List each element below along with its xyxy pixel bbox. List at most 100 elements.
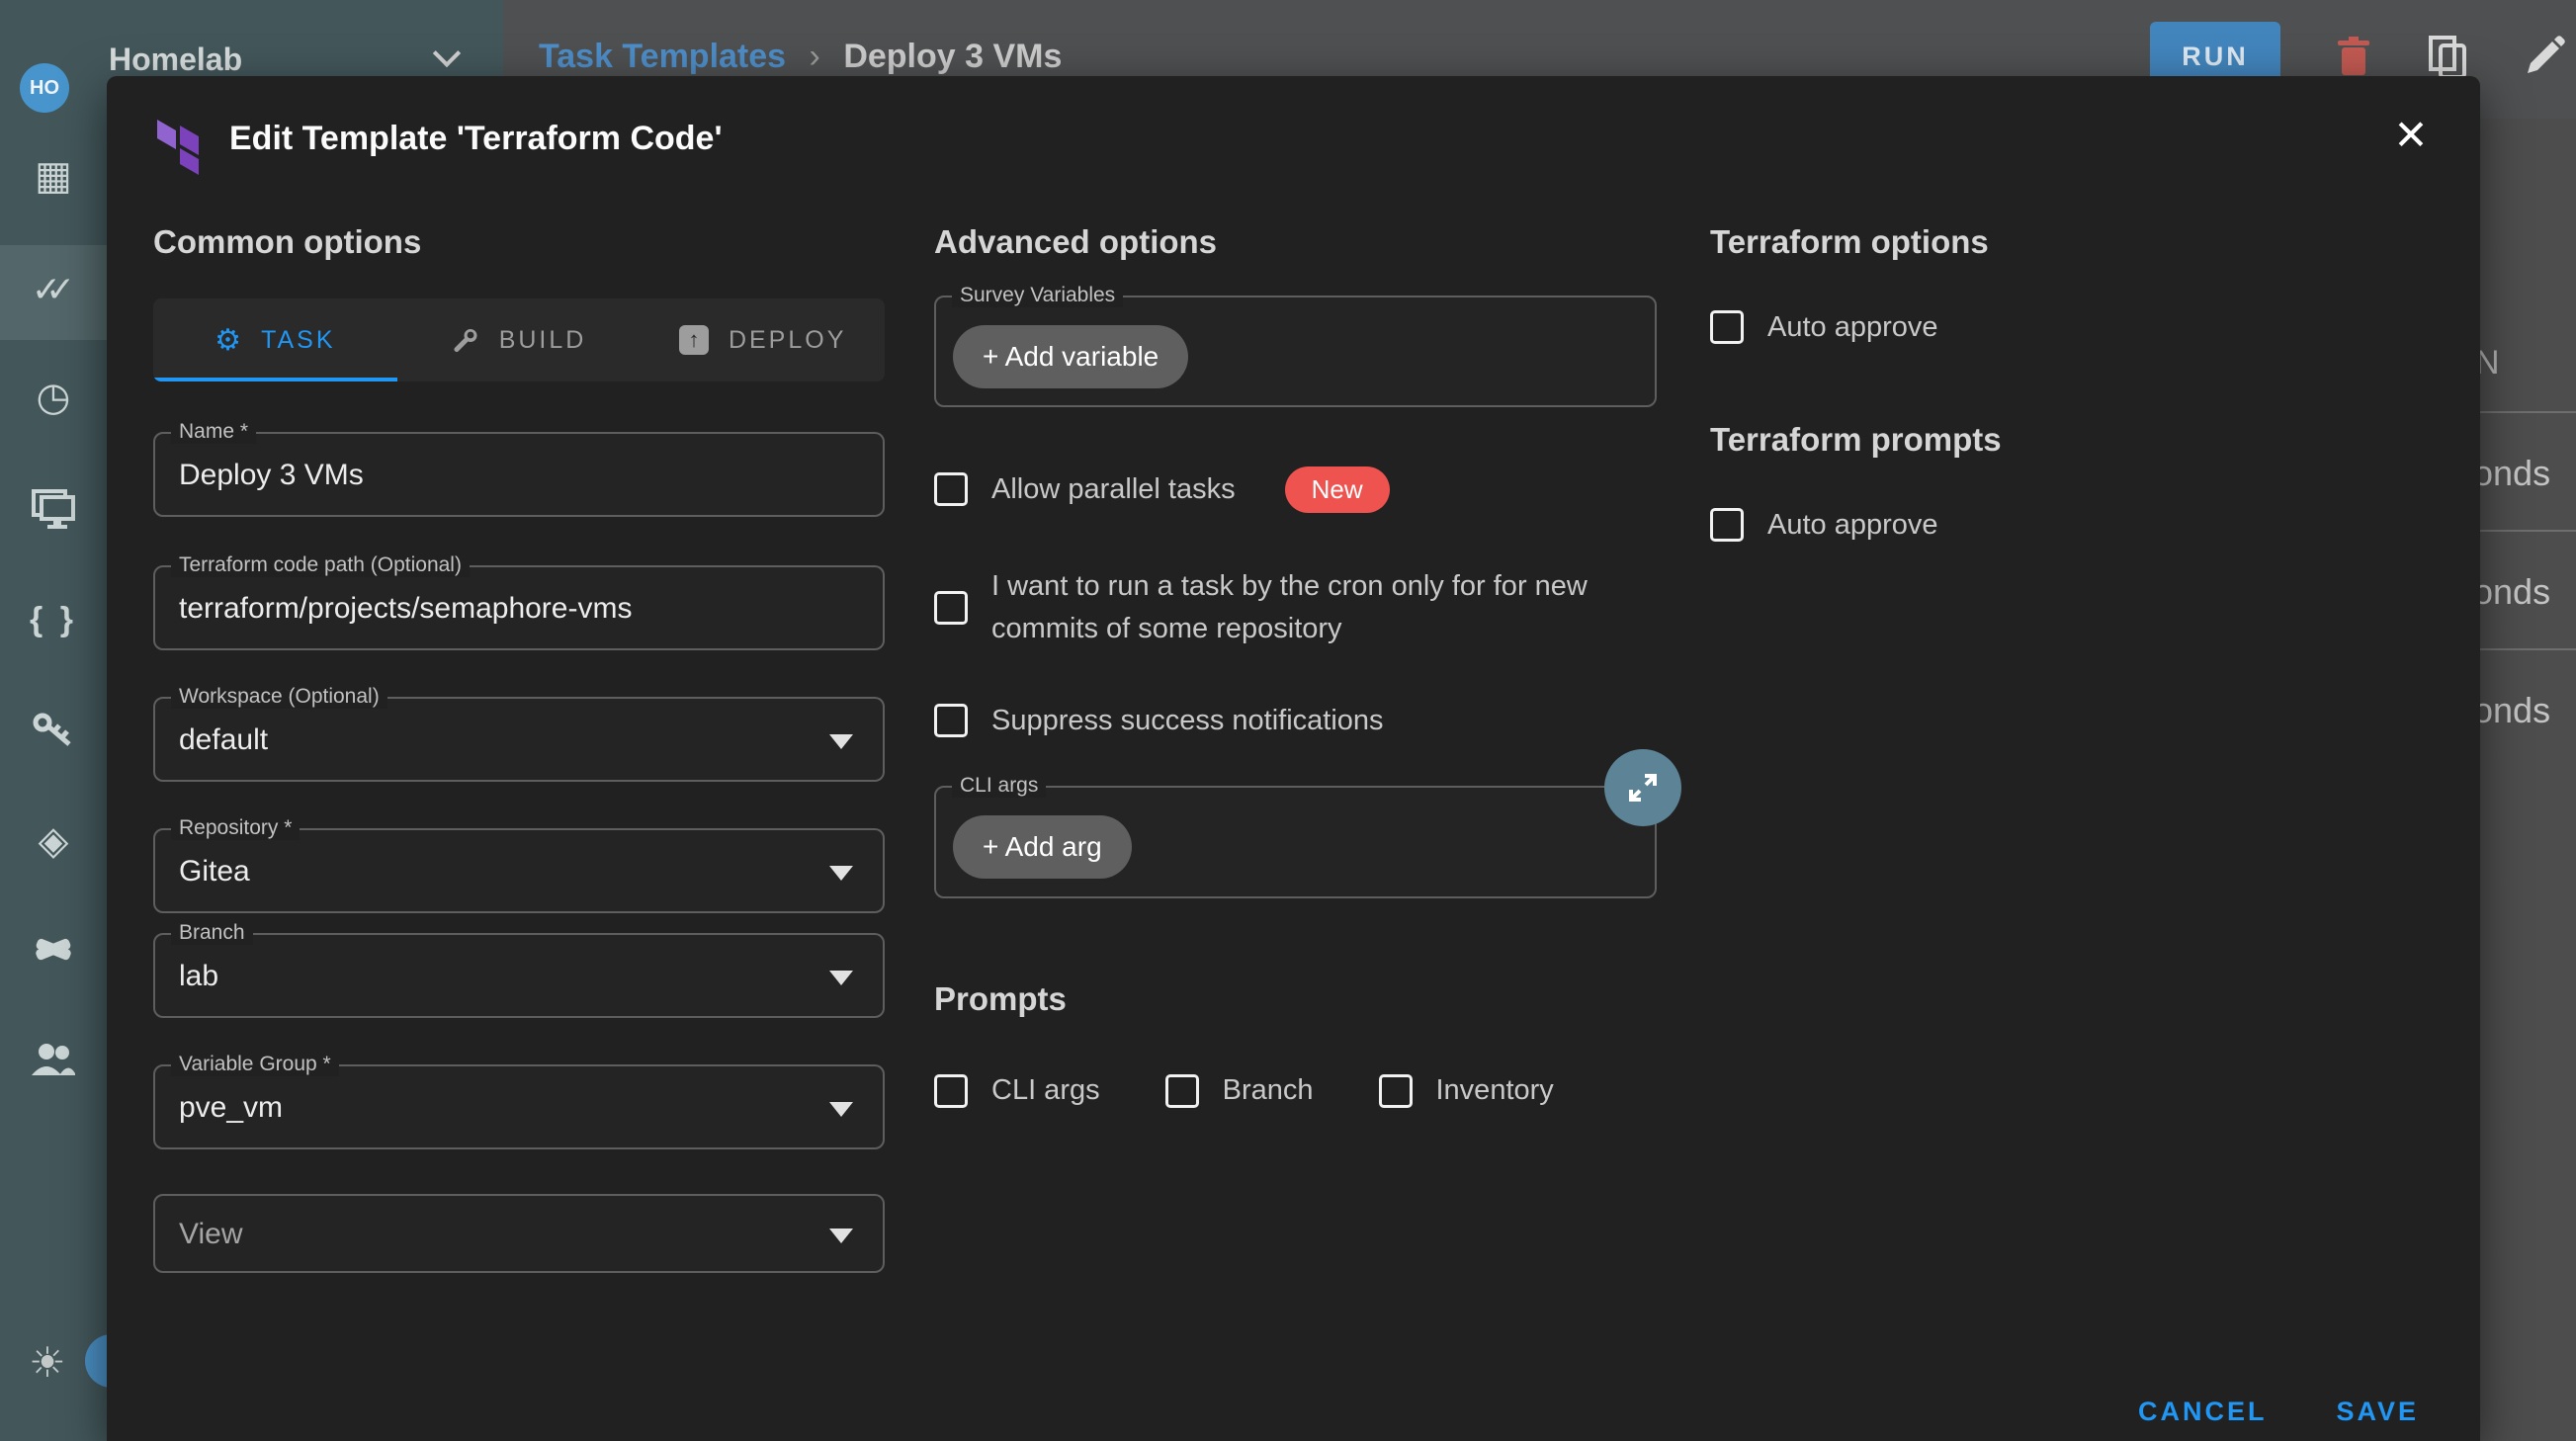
app-root: HO Homelab ▦ ✓✓ ◷ { }	[0, 0, 2576, 1441]
edit-icon[interactable]	[2520, 34, 2567, 81]
sidebar-item-task-templates[interactable]: ✓✓	[0, 266, 107, 313]
sidebar-item-variable-groups[interactable]: { }	[0, 596, 107, 643]
dropdown-caret-icon	[829, 971, 853, 985]
common-options-heading: Common options	[153, 222, 885, 262]
branch-select-value: lab	[179, 960, 218, 993]
advanced-options-column: Advanced options Survey Variables + Add …	[934, 222, 1657, 1112]
prompts-row: CLI args Branch Inventory	[934, 1069, 1657, 1112]
tab-build[interactable]: BUILD	[397, 298, 642, 381]
allow-parallel-checkbox[interactable]	[934, 472, 968, 506]
tab-build-label: BUILD	[499, 326, 587, 355]
variable-group-select-value: pve_vm	[179, 1091, 283, 1125]
project-avatar: HO	[20, 63, 69, 113]
workspace-select-label: Workspace (Optional)	[171, 685, 387, 709]
prompt-inventory: Inventory	[1379, 1069, 1554, 1112]
prompt-cli-args-label: CLI args	[991, 1069, 1100, 1112]
add-arg-button[interactable]: + Add arg	[953, 815, 1132, 879]
key-icon	[32, 711, 75, 752]
table-row-fragment: onds	[2473, 690, 2550, 731]
cli-args-legend: CLI args	[952, 774, 1046, 798]
name-field-value: Deploy 3 VMs	[179, 459, 364, 492]
terraform-prompts-heading: Terraform prompts	[1710, 420, 2422, 460]
terraform-options-heading: Terraform options	[1710, 222, 2422, 262]
theme-toggle[interactable]: ☀	[0, 1336, 95, 1388]
dashboard-icon: ▦	[35, 156, 72, 196]
tf-auto-approve-label: Auto approve	[1767, 306, 1938, 349]
wrench-icon	[452, 326, 479, 354]
sun-icon: ☀	[29, 1338, 66, 1387]
sidebar-item-repositories[interactable]: ◈	[0, 817, 107, 865]
code-path-field-value: terraform/projects/semaphore-vms	[179, 592, 632, 626]
survey-variables-fieldset: Survey Variables + Add variable	[934, 296, 1657, 407]
prompt-inventory-label: Inventory	[1436, 1069, 1554, 1112]
tf-auto-approve-checkbox[interactable]	[1710, 310, 1744, 344]
breadcrumb-separator: ›	[796, 38, 834, 75]
copy-icon[interactable]	[2425, 34, 2472, 81]
repository-select-value: Gitea	[179, 855, 250, 889]
dialog-footer: CANCEL SAVE	[2138, 1397, 2419, 1427]
cron-commits-row: I want to run a task by the cron only fo…	[934, 563, 1657, 652]
code-path-field[interactable]: Terraform code path (Optional) terraform…	[153, 565, 885, 650]
suppress-notifications-row: Suppress success notifications	[934, 700, 1657, 741]
clock-icon: ◷	[37, 378, 71, 417]
prompt-branch: Branch	[1165, 1069, 1314, 1112]
chevron-down-icon[interactable]	[435, 38, 461, 63]
delete-icon[interactable]	[2330, 34, 2377, 81]
breadcrumb-task-templates[interactable]: Task Templates	[539, 38, 786, 75]
prompt-cli-args: CLI args	[934, 1069, 1100, 1112]
tab-deploy[interactable]: ↑ DEPLOY	[641, 298, 885, 381]
cron-commits-label: I want to run a task by the cron only fo…	[991, 565, 1629, 650]
variable-group-select[interactable]: Variable Group * pve_vm	[153, 1064, 885, 1149]
template-type-tabs: ⚙ TASK BUILD ↑ DEPLOY	[153, 298, 885, 381]
tab-deploy-label: DEPLOY	[729, 326, 846, 355]
prompt-branch-checkbox[interactable]	[1165, 1074, 1199, 1108]
terraform-logo-icon	[157, 118, 201, 175]
name-field-label: Name *	[171, 420, 256, 444]
suppress-notifications-checkbox[interactable]	[934, 704, 968, 737]
expand-icon	[1623, 768, 1663, 807]
expand-editor-button[interactable]	[1604, 749, 1681, 826]
variable-group-select-label: Variable Group *	[171, 1053, 339, 1076]
table-row-fragment: onds	[2473, 571, 2550, 613]
sidebar-item-integrations[interactable]	[0, 926, 107, 974]
git-icon: ◈	[39, 821, 69, 861]
suppress-notifications-label: Suppress success notifications	[991, 700, 1384, 742]
sidebar-item-inventory[interactable]	[0, 485, 107, 533]
prompt-branch-label: Branch	[1223, 1069, 1314, 1112]
dropdown-caret-icon	[829, 734, 853, 749]
cli-args-fieldset: CLI args + Add arg	[934, 786, 1657, 898]
repository-select[interactable]: Repository * Gitea	[153, 828, 885, 913]
name-field[interactable]: Name * Deploy 3 VMs	[153, 432, 885, 517]
team-icon	[30, 1042, 77, 1077]
sidebar-item-key-store[interactable]	[0, 708, 107, 755]
close-icon[interactable]: ✕	[2385, 110, 2437, 161]
dropdown-caret-icon	[829, 866, 853, 881]
workspace-select[interactable]: Workspace (Optional) default	[153, 697, 885, 782]
cancel-button[interactable]: CANCEL	[2138, 1397, 2268, 1427]
monitors-icon	[32, 489, 75, 529]
gear-icon: ⚙	[215, 323, 241, 358]
cron-commits-checkbox[interactable]	[934, 591, 968, 625]
add-variable-button[interactable]: + Add variable	[953, 325, 1188, 388]
branch-select[interactable]: Branch lab	[153, 933, 885, 1018]
tf-prompt-auto-approve-row: Auto approve	[1710, 504, 2422, 546]
edit-template-dialog: Edit Template 'Terraform Code' ✕ Common …	[107, 76, 2480, 1441]
check-all-icon: ✓✓	[32, 272, 75, 307]
advanced-options-heading: Advanced options	[934, 222, 1657, 262]
prompt-inventory-checkbox[interactable]	[1379, 1074, 1413, 1108]
tab-task-label: TASK	[261, 326, 335, 355]
project-name: Homelab	[109, 42, 242, 78]
breadcrumb: Task Templates › Deploy 3 VMs	[539, 38, 1062, 76]
sidebar-item-dashboard[interactable]: ▦	[0, 152, 107, 200]
prompt-cli-args-checkbox[interactable]	[934, 1074, 968, 1108]
save-button[interactable]: SAVE	[2336, 1397, 2419, 1427]
tab-task[interactable]: ⚙ TASK	[153, 298, 397, 381]
deploy-icon: ↑	[679, 325, 709, 355]
view-select[interactable]: View	[153, 1194, 885, 1273]
table-row-fragment: onds	[2473, 453, 2550, 494]
sidebar-item-team[interactable]	[0, 1036, 107, 1083]
allow-parallel-label: Allow parallel tasks	[991, 468, 1236, 511]
tf-prompt-auto-approve-checkbox[interactable]	[1710, 508, 1744, 542]
sidebar-item-schedule[interactable]: ◷	[0, 374, 107, 421]
survey-variables-legend: Survey Variables	[952, 284, 1123, 307]
